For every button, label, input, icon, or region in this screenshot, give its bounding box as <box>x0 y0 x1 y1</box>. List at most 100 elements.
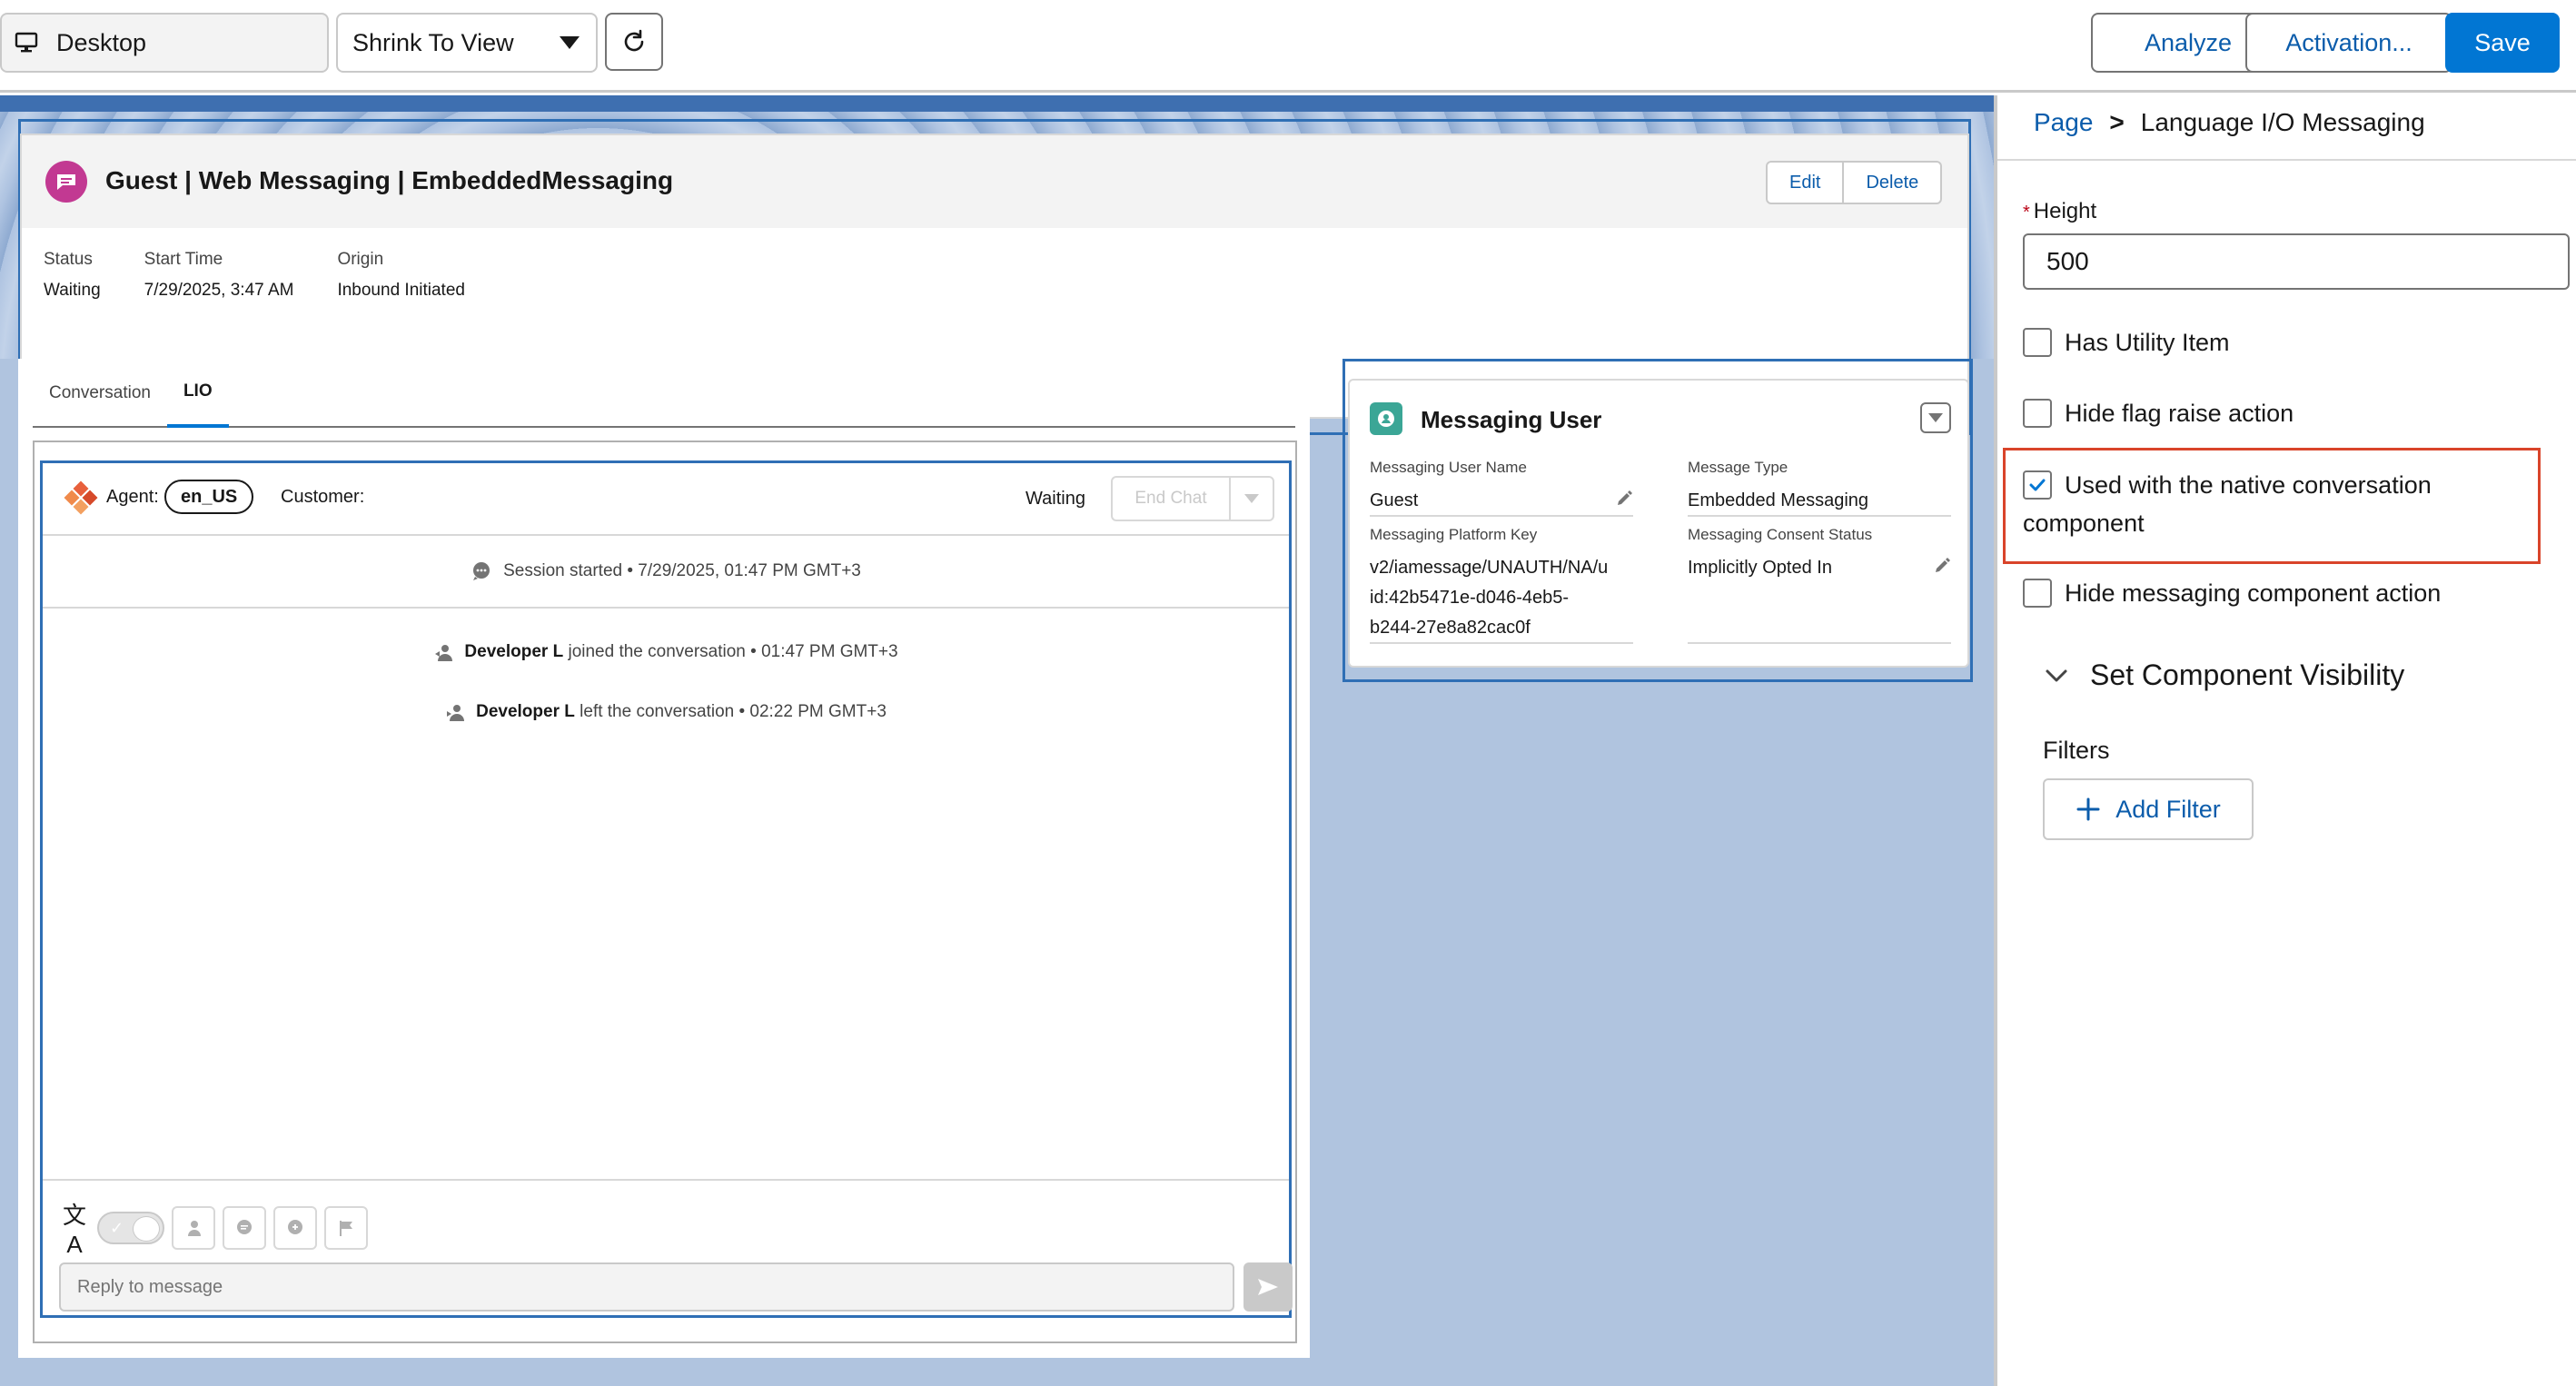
field-value: Implicitly Opted In <box>1688 558 1832 578</box>
field-status: Status Waiting <box>44 250 101 301</box>
plus-icon <box>2076 797 2100 821</box>
tab-lio[interactable]: LIO <box>166 359 229 428</box>
checkbox-has-utility-item[interactable]: Has Utility Item <box>2023 328 2230 361</box>
breadcrumb-separator: > <box>2109 108 2125 136</box>
filters-label: Filters <box>2043 737 2110 764</box>
chat-icon <box>237 1220 252 1234</box>
tab-conversation[interactable]: Conversation <box>33 359 167 428</box>
check-icon <box>2029 479 2046 491</box>
customer-label: Customer: <box>281 487 365 507</box>
event-text: Developer L left the conversation • 02:2… <box>476 702 887 721</box>
checkbox-checked[interactable] <box>2023 470 2052 500</box>
checkbox-hide-messaging-action[interactable]: Hide messaging component action <box>2023 579 2441 612</box>
messaging-user-title: Messaging User <box>1421 406 1602 433</box>
field-value: Guest <box>1370 490 1419 510</box>
checkbox-label: Hide flag raise action <box>2065 400 2294 427</box>
field-value: Inbound Initiated <box>337 281 465 300</box>
translate-icon: 文A <box>62 1202 86 1258</box>
panel-divider <box>1997 159 2576 161</box>
event-left: Developer L left the conversation • 02:2… <box>43 701 1289 723</box>
properties-panel: Page > Language I/O Messaging * Height 50… <box>1994 95 2576 1386</box>
field-label: Origin <box>337 250 384 269</box>
checkbox-native-conversation[interactable]: Used with the native conversation compon… <box>2023 466 2495 542</box>
highlight-fields: Status Waiting Start Time 7/29/2025, 3:4… <box>44 250 465 301</box>
field-origin: Origin Inbound Initiated <box>337 250 465 301</box>
agent-transfer-icon <box>188 1221 201 1236</box>
event-joined: Developer L joined the conversation • 01… <box>43 641 1289 663</box>
messaging-session-icon <box>45 161 87 203</box>
field-label: Status <box>44 250 93 269</box>
end-chat-menu-chevron-icon[interactable] <box>1231 478 1273 520</box>
refresh-icon <box>624 29 644 52</box>
messaging-user-card: Messaging User Messaging User Name Guest… <box>1348 379 1969 668</box>
field-messaging-consent-status: Messaging Consent Status Implicitly Opte… <box>1688 526 1951 644</box>
breadcrumb-page-link[interactable]: Page <box>2034 108 2093 137</box>
pencil-icon[interactable] <box>1933 557 1951 575</box>
save-button[interactable]: Save <box>2445 13 2560 73</box>
checkbox-label: Hide messaging component action <box>2065 579 2442 607</box>
field-message-type: Message Type Embedded Messaging <box>1688 459 1951 517</box>
tab-bar: Conversation LIO <box>33 359 1295 428</box>
required-indicator: * <box>2023 203 2030 223</box>
field-label: Message Type <box>1688 459 1788 476</box>
conversation-header: Agent: en_US Customer: Waiting End Chat <box>43 463 1289 536</box>
conversation-status: Waiting <box>1025 489 1085 509</box>
session-started-text: Session started • 7/29/2025, 01:47 PM GM… <box>503 561 861 580</box>
height-input[interactable]: 500 <box>2023 233 2570 290</box>
checkbox-label: Used with the native conversation compon… <box>2023 471 2432 537</box>
breadcrumb: Page > Language I/O Messaging <box>2034 108 2425 137</box>
agent-leave-icon <box>447 705 465 721</box>
check-icon: ✓ <box>110 1219 124 1237</box>
event-text: Developer L joined the conversation • 01… <box>464 642 898 661</box>
messaging-user-menu-button[interactable] <box>1920 402 1951 433</box>
desktop-icon <box>15 32 38 53</box>
end-chat-button[interactable]: End Chat <box>1113 478 1231 520</box>
checkbox-hide-flag-raise[interactable]: Hide flag raise action <box>2023 399 2294 432</box>
messaging-user-icon <box>1370 402 1402 435</box>
composer-toolbar: 文A ✓ <box>59 1197 368 1259</box>
section-title: Set Component Visibility <box>2090 658 2405 691</box>
conversation-component[interactable]: Agent: en_US Customer: Waiting End Chat … <box>40 460 1293 1318</box>
zoom-selector[interactable]: Shrink To View <box>336 13 598 73</box>
record-title: Guest | Web Messaging | EmbeddedMessagin… <box>105 166 674 194</box>
end-conversation-button[interactable] <box>273 1206 317 1250</box>
breadcrumb-current: Language I/O Messaging <box>2140 108 2425 136</box>
transfer-button[interactable] <box>172 1206 215 1250</box>
field-messaging-platform-key: Messaging Platform Key v2/iamessage/UNAU… <box>1370 526 1633 644</box>
checkbox-label: Has Utility Item <box>2065 329 2230 356</box>
activation-button[interactable]: Activation... <box>2245 13 2452 73</box>
field-messaging-user-name: Messaging User Name Guest <box>1370 459 1633 517</box>
field-value: Waiting <box>44 281 101 300</box>
field-label: Start Time <box>144 250 223 269</box>
chevron-down-icon <box>560 36 580 49</box>
height-label: * Height <box>2023 199 2097 223</box>
quick-text-button[interactable] <box>223 1206 266 1250</box>
field-value: Embedded Messaging <box>1688 490 1869 510</box>
refresh-button[interactable] <box>605 13 663 71</box>
edit-button[interactable]: Edit <box>1768 163 1842 203</box>
chat-end-icon <box>288 1220 302 1234</box>
translation-toggle[interactable]: ✓ <box>97 1212 164 1244</box>
field-label: Messaging Platform Key <box>1370 526 1538 543</box>
send-button[interactable] <box>1243 1262 1293 1312</box>
add-filter-button[interactable]: Add Filter <box>2043 778 2254 840</box>
checkbox[interactable] <box>2023 579 2052 608</box>
device-selector[interactable]: Desktop <box>0 13 329 73</box>
tab-content-frame: Agent: en_US Customer: Waiting End Chat … <box>33 441 1297 1343</box>
agent-language-pill[interactable]: en_US <box>164 480 254 514</box>
field-value: v2/iamessage/UNAUTH/NA/u id:42b5471e-d04… <box>1370 558 1609 638</box>
checkbox[interactable] <box>2023 328 2052 357</box>
add-filter-label: Add Filter <box>2115 795 2221 823</box>
set-visibility-section-toggle[interactable]: Set Component Visibility <box>2043 658 2404 692</box>
record-header: Guest | Web Messaging | EmbeddedMessagin… <box>22 135 1967 228</box>
checkbox[interactable] <box>2023 399 2052 428</box>
composer-divider <box>43 1179 1289 1181</box>
pencil-icon[interactable] <box>1615 490 1633 508</box>
page-canvas: Guest | Web Messaging | EmbeddedMessagin… <box>0 95 1994 1386</box>
reply-input[interactable]: Reply to message <box>59 1262 1234 1312</box>
flag-icon <box>340 1221 352 1236</box>
builder-toolbar: Desktop Shrink To View Analyze Activatio… <box>0 0 2576 93</box>
send-icon <box>1258 1279 1278 1295</box>
delete-button[interactable]: Delete <box>1842 163 1940 203</box>
flag-button[interactable] <box>324 1206 368 1250</box>
